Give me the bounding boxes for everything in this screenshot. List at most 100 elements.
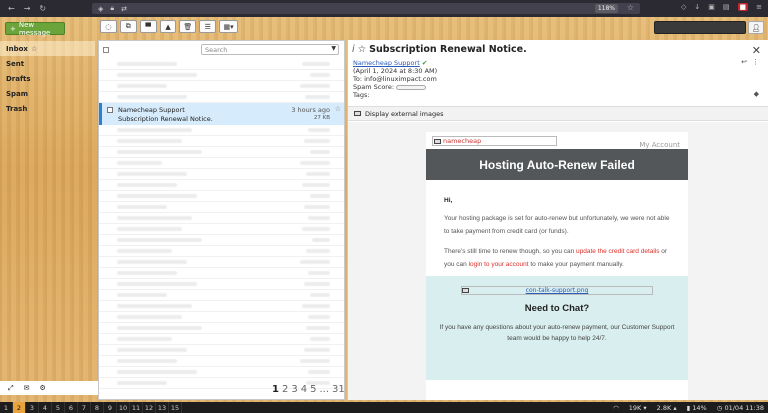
chevron-down-icon[interactable]: ▼	[331, 45, 336, 52]
subject-text: Subscription Renewal Notice.	[369, 44, 527, 55]
page-current[interactable]: 1	[272, 384, 279, 395]
zoom-badge[interactable]: 118%	[594, 4, 618, 13]
search-input[interactable]: Search ▼	[201, 44, 339, 55]
list-item[interactable]	[99, 59, 344, 70]
calendar-sort-button[interactable]: ▦▾	[219, 20, 238, 33]
list-view-button[interactable]: ☰	[199, 20, 217, 33]
workspace-button[interactable]: 6	[65, 402, 78, 413]
external-images-bar[interactable]: Display external images	[348, 106, 768, 121]
list-item[interactable]	[99, 158, 344, 169]
folder-sent[interactable]: Sent	[0, 56, 95, 71]
pocket-icon[interactable]: ◇	[681, 3, 686, 11]
workspace-button[interactable]: 3	[26, 402, 39, 413]
workspace-button[interactable]: 10	[117, 402, 130, 413]
reply-icon[interactable]: ↩	[741, 58, 747, 66]
list-item[interactable]	[99, 323, 344, 334]
workspace-button[interactable]: 9	[104, 402, 117, 413]
delete-button[interactable]: 🗑︎	[179, 20, 197, 33]
close-icon[interactable]: ✕	[752, 44, 761, 57]
folder-inbox[interactable]: Inbox ☆	[0, 41, 95, 56]
copy-button[interactable]: ⧉	[119, 20, 137, 33]
list-item[interactable]	[99, 180, 344, 191]
workspace-button[interactable]: 12	[143, 402, 156, 413]
workspace-button[interactable]: 5	[52, 402, 65, 413]
workspace-button[interactable]: 1	[0, 402, 13, 413]
extension-icon[interactable]: ▣	[708, 3, 715, 11]
spam-button[interactable]: ▲	[159, 20, 177, 33]
clock-value: 01/04 11:38	[724, 403, 764, 412]
list-item[interactable]	[99, 92, 344, 103]
list-item[interactable]	[99, 136, 344, 147]
forward-icon[interactable]: →	[24, 4, 31, 13]
list-item[interactable]	[99, 334, 344, 345]
reload-icon[interactable]: ↻	[39, 4, 46, 13]
row-sender: Namecheap Support	[118, 106, 185, 114]
extension-badge-icon[interactable]: ■	[737, 3, 749, 11]
star-icon[interactable]: ☆	[335, 105, 341, 113]
list-item[interactable]	[99, 125, 344, 136]
list-item[interactable]	[99, 345, 344, 356]
settings-icon[interactable]: ⚙	[39, 384, 45, 392]
folder-drafts[interactable]: Drafts	[0, 71, 95, 86]
workspace-button[interactable]: 15	[169, 402, 182, 413]
list-item[interactable]	[99, 213, 344, 224]
list-item[interactable]	[99, 301, 344, 312]
bookmark-star-icon[interactable]: ☆	[627, 3, 634, 12]
menu-icon[interactable]: ≡	[756, 3, 762, 11]
sender-link[interactable]: Namecheap Support	[353, 59, 420, 67]
downloads-icon[interactable]: ↓	[694, 3, 700, 11]
list-item[interactable]	[99, 70, 344, 81]
expand-icon[interactable]: ⤢	[8, 384, 14, 393]
extension-icon[interactable]: ▤	[723, 3, 730, 11]
workspace-button[interactable]: 11	[130, 402, 143, 413]
update-card-link[interactable]: update the credit card details	[576, 248, 659, 255]
star-icon[interactable]: ☆	[358, 44, 367, 55]
page-link[interactable]: 2	[282, 384, 288, 395]
list-item[interactable]	[99, 312, 344, 323]
email-paragraph: There's still time to renew though, so y…	[444, 245, 674, 271]
workspace-button[interactable]: 4	[39, 402, 52, 413]
page-link[interactable]: 3	[291, 384, 297, 395]
my-account-link[interactable]: My Account	[639, 141, 680, 149]
user-menu-button[interactable]: 👤︎	[748, 21, 764, 34]
workspace-button[interactable]: 8	[91, 402, 104, 413]
workspace-button[interactable]: 13	[156, 402, 169, 413]
list-item[interactable]	[99, 268, 344, 279]
list-item[interactable]	[99, 279, 344, 290]
row-subject: Subscription Renewal Notice.	[118, 115, 213, 123]
folder-trash[interactable]: Trash	[0, 101, 95, 116]
folder-spam[interactable]: Spam	[0, 86, 95, 101]
page-link[interactable]: 4	[301, 384, 307, 395]
refresh-button[interactable]: ◌	[100, 20, 117, 33]
back-icon[interactable]: ←	[8, 4, 15, 13]
archive-button[interactable]: ▀	[139, 20, 157, 33]
row-checkbox[interactable]	[107, 107, 113, 113]
list-item[interactable]	[99, 235, 344, 246]
account-search[interactable]	[654, 21, 746, 34]
info-icon[interactable]: i	[352, 44, 355, 55]
workspace-button[interactable]: 2	[13, 402, 26, 413]
list-item[interactable]	[99, 147, 344, 158]
page-link[interactable]: 5	[310, 384, 316, 395]
page-link[interactable]: 31	[332, 384, 345, 395]
selected-message-row[interactable]: Namecheap Support Subscription Renewal N…	[99, 103, 344, 125]
list-item[interactable]	[99, 169, 344, 180]
select-all-checkbox[interactable]	[103, 47, 109, 53]
new-message-button[interactable]: + New message	[5, 21, 65, 37]
list-item[interactable]	[99, 290, 344, 301]
list-item[interactable]	[99, 202, 344, 213]
url-bar[interactable]: ◈ 🔒︎ ⇄ 118% ☆	[92, 3, 640, 14]
workspace-button[interactable]: 7	[78, 402, 91, 413]
list-item[interactable]	[99, 367, 344, 378]
star-icon[interactable]: ☆	[31, 45, 37, 53]
list-item[interactable]	[99, 191, 344, 202]
list-item[interactable]	[99, 224, 344, 235]
more-icon[interactable]: ⋮	[752, 58, 759, 66]
list-item[interactable]	[99, 246, 344, 257]
list-item[interactable]	[99, 81, 344, 92]
tag-icon[interactable]: ◆	[754, 90, 759, 98]
mail-icon[interactable]: ✉	[24, 384, 30, 392]
list-item[interactable]	[99, 257, 344, 268]
login-link[interactable]: login to your account	[469, 261, 529, 268]
list-item[interactable]	[99, 356, 344, 367]
